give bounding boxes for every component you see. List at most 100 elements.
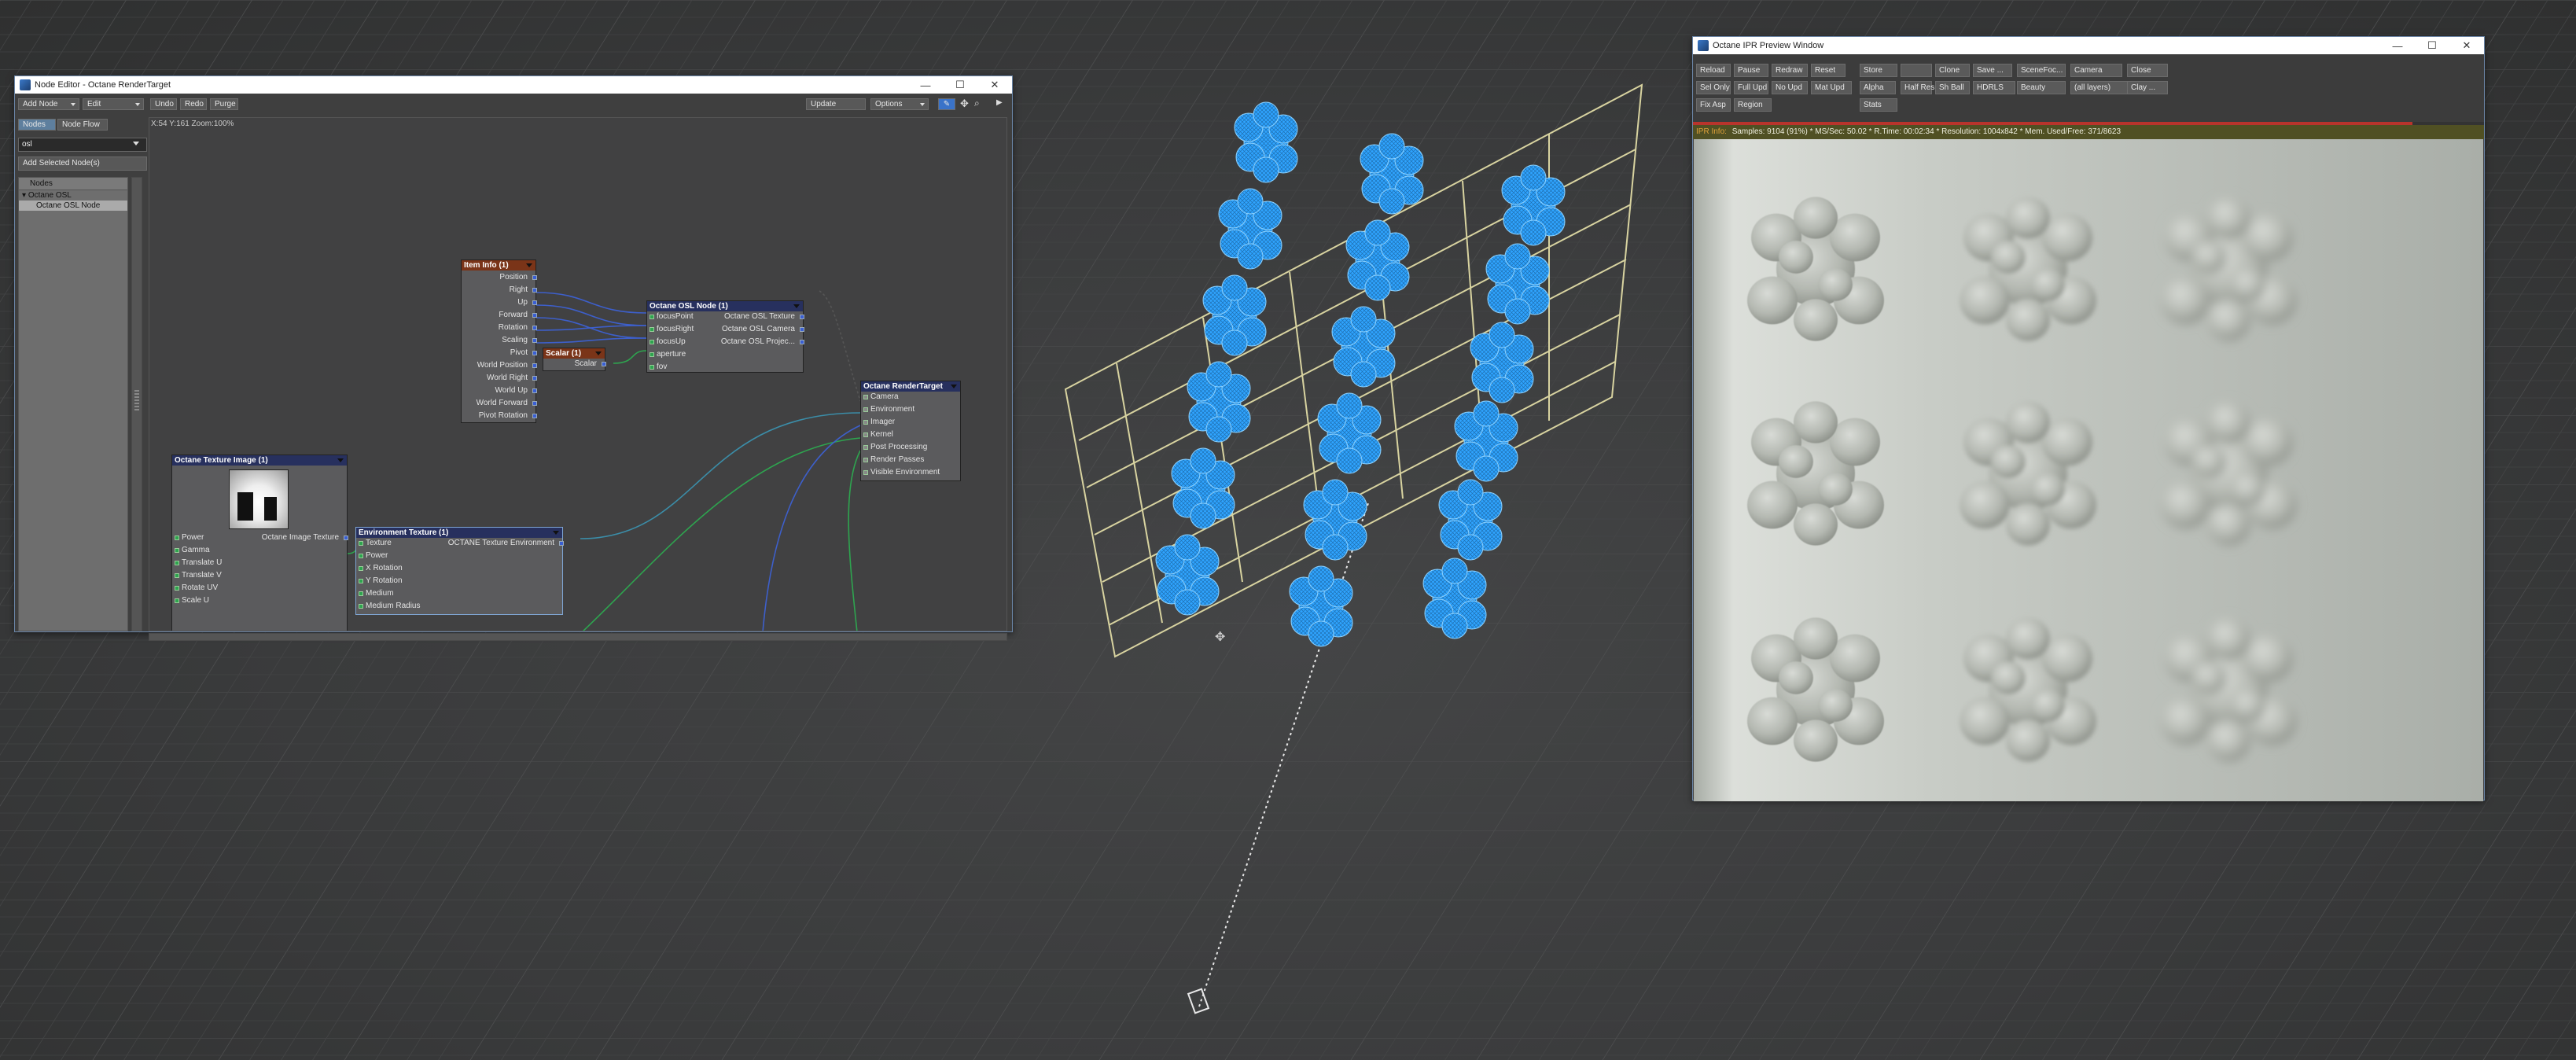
- node-editor-titlebar[interactable]: Node Editor - Octane RenderTarget — ☐ ✕: [15, 76, 1012, 94]
- port-rendertarget-in[interactable]: Render Passes: [870, 454, 924, 466]
- port-dot[interactable]: [863, 458, 868, 462]
- port-dot[interactable]: [650, 327, 654, 332]
- port-item-info-out[interactable]: Rotation: [499, 322, 528, 334]
- port-rendertarget-in[interactable]: Imager: [870, 416, 895, 429]
- zoom-icon[interactable]: ⌕: [974, 98, 980, 109]
- ipr-render-image[interactable]: [1694, 139, 2483, 801]
- port-dot[interactable]: [359, 554, 363, 558]
- add-node-button[interactable]: Add Node: [18, 98, 79, 110]
- port-dot[interactable]: [800, 315, 804, 319]
- port-item-info-out[interactable]: Forward: [499, 309, 528, 322]
- minimize-icon[interactable]: —: [908, 76, 943, 94]
- port-dot[interactable]: [863, 432, 868, 437]
- move-icon[interactable]: ✥: [960, 98, 969, 110]
- port-dot[interactable]: [175, 573, 179, 578]
- ipr-button-save[interactable]: Save ...: [1973, 64, 2012, 77]
- port-texture-image-in[interactable]: Power: [182, 532, 204, 544]
- ipr-button-blank[interactable]: [1901, 64, 1932, 77]
- port-item-info-out[interactable]: World Position: [477, 359, 528, 372]
- node-octane-texture-image[interactable]: Octane Texture Image (1) Octane Image Te…: [171, 455, 348, 631]
- port-dot[interactable]: [650, 365, 654, 370]
- port-dot[interactable]: [532, 388, 537, 393]
- port-dot[interactable]: [863, 395, 868, 399]
- ipr-button-fix-asp[interactable]: Fix Asp: [1696, 98, 1731, 112]
- port-dot[interactable]: [532, 401, 537, 406]
- port-env-texture-in[interactable]: Medium Radius: [366, 600, 420, 613]
- add-selected-nodes-button[interactable]: Add Selected Node(s): [18, 156, 147, 171]
- node-octane-rendertarget[interactable]: Octane RenderTarget Camera Environment I…: [860, 381, 961, 481]
- edit-pencil-icon[interactable]: ✎: [938, 98, 955, 110]
- port-item-info-out[interactable]: World Right: [487, 372, 528, 385]
- port-dot[interactable]: [359, 604, 363, 609]
- ipr-button-clay[interactable]: Clay ...: [2127, 81, 2168, 94]
- ipr-button-no-upd[interactable]: No Upd: [1772, 81, 1808, 94]
- port-rendertarget-in[interactable]: Visible Environment: [870, 466, 940, 479]
- port-dot[interactable]: [175, 561, 179, 565]
- maximize-icon[interactable]: ☐: [943, 76, 977, 94]
- ipr-button-sel-only[interactable]: Sel Only: [1696, 81, 1731, 94]
- tree-group-octane-osl[interactable]: ▾ Octane OSL: [19, 190, 127, 201]
- port-dot[interactable]: [532, 414, 537, 418]
- port-item-info-out[interactable]: Pivot Rotation: [479, 410, 528, 422]
- port-env-texture-out[interactable]: OCTANE Texture Environment: [448, 537, 554, 550]
- port-dot[interactable]: [532, 288, 537, 293]
- ipr-button-hdrls[interactable]: HDRLS: [1973, 81, 2015, 94]
- port-env-texture-in[interactable]: Y Rotation: [366, 575, 403, 587]
- update-button[interactable]: Update: [806, 98, 866, 110]
- port-rendertarget-in[interactable]: Camera: [870, 391, 899, 403]
- port-item-info-out[interactable]: World Forward: [477, 397, 528, 410]
- ipr-button-camera[interactable]: Camera: [2070, 64, 2122, 77]
- expand-arrow-icon[interactable]: ▶: [996, 98, 1003, 107]
- redo-button[interactable]: Redo: [180, 98, 207, 110]
- port-dot[interactable]: [559, 541, 564, 546]
- port-dot[interactable]: [650, 340, 654, 344]
- port-texture-image-out[interactable]: Octane Image Texture: [262, 532, 339, 544]
- node-texture-image-header[interactable]: Octane Texture Image (1): [172, 455, 347, 466]
- port-dot[interactable]: [359, 541, 363, 546]
- port-dot[interactable]: [359, 579, 363, 583]
- chevron-down-icon[interactable]: [133, 142, 139, 145]
- ipr-button-scenefoc[interactable]: SceneFoc...: [2017, 64, 2066, 77]
- port-rendertarget-in[interactable]: Kernel: [870, 429, 893, 441]
- port-dot[interactable]: [800, 340, 804, 344]
- port-dot[interactable]: [532, 338, 537, 343]
- port-dot[interactable]: [532, 326, 537, 330]
- ipr-button-alpha[interactable]: Alpha: [1860, 81, 1896, 94]
- port-texture-image-in[interactable]: Rotate UV: [182, 582, 218, 594]
- ipr-button-mat-upd[interactable]: Mat Upd: [1811, 81, 1852, 94]
- ipr-button-reload[interactable]: Reload: [1696, 64, 1731, 77]
- port-texture-image-in[interactable]: Gamma: [182, 544, 210, 557]
- close-icon[interactable]: ✕: [977, 76, 1012, 94]
- ipr-button-half-res[interactable]: Half Res: [1901, 81, 1934, 94]
- node-item-info-header[interactable]: Item Info (1): [462, 260, 535, 271]
- port-dot[interactable]: [532, 313, 537, 318]
- ipr-button-redraw[interactable]: Redraw: [1772, 64, 1808, 77]
- ipr-button-clone[interactable]: Clone: [1935, 64, 1970, 77]
- port-osl-out[interactable]: Octane OSL Projec...: [721, 336, 795, 348]
- close-icon[interactable]: ✕: [2449, 37, 2484, 54]
- port-dot[interactable]: [650, 352, 654, 357]
- port-item-info-out[interactable]: Up: [517, 296, 528, 309]
- port-dot[interactable]: [863, 445, 868, 450]
- node-scalar[interactable]: Scalar (1) Scalar: [543, 348, 606, 371]
- ipr-button-beauty[interactable]: Beauty: [2017, 81, 2066, 94]
- port-env-texture-in[interactable]: Texture: [366, 537, 392, 550]
- node-environment-texture[interactable]: Environment Texture (1) OCTANE Texture E…: [355, 527, 564, 615]
- port-dot[interactable]: [344, 536, 348, 540]
- tab-node-flow[interactable]: Node Flow: [57, 119, 108, 131]
- port-dot[interactable]: [175, 536, 179, 540]
- port-osl-in[interactable]: focusRight: [657, 323, 694, 336]
- tree-item-octane-osl-node[interactable]: Octane OSL Node: [19, 201, 127, 211]
- tab-nodes[interactable]: Nodes: [18, 119, 56, 131]
- options-button[interactable]: Options: [870, 98, 929, 110]
- ipr-button-sh-ball[interactable]: Sh Ball: [1935, 81, 1970, 94]
- panel-scrollbar[interactable]: [131, 177, 142, 631]
- edit-button[interactable]: Edit: [83, 98, 144, 110]
- port-dot[interactable]: [175, 598, 179, 603]
- port-dot[interactable]: [175, 548, 179, 553]
- node-octane-osl[interactable]: Octane OSL Node (1) focusPoint focusRigh…: [646, 300, 804, 373]
- ipr-button-close[interactable]: Close: [2127, 64, 2168, 77]
- port-dot[interactable]: [602, 362, 606, 366]
- undo-button[interactable]: Undo: [150, 98, 177, 110]
- port-item-info-out[interactable]: World Up: [495, 385, 528, 397]
